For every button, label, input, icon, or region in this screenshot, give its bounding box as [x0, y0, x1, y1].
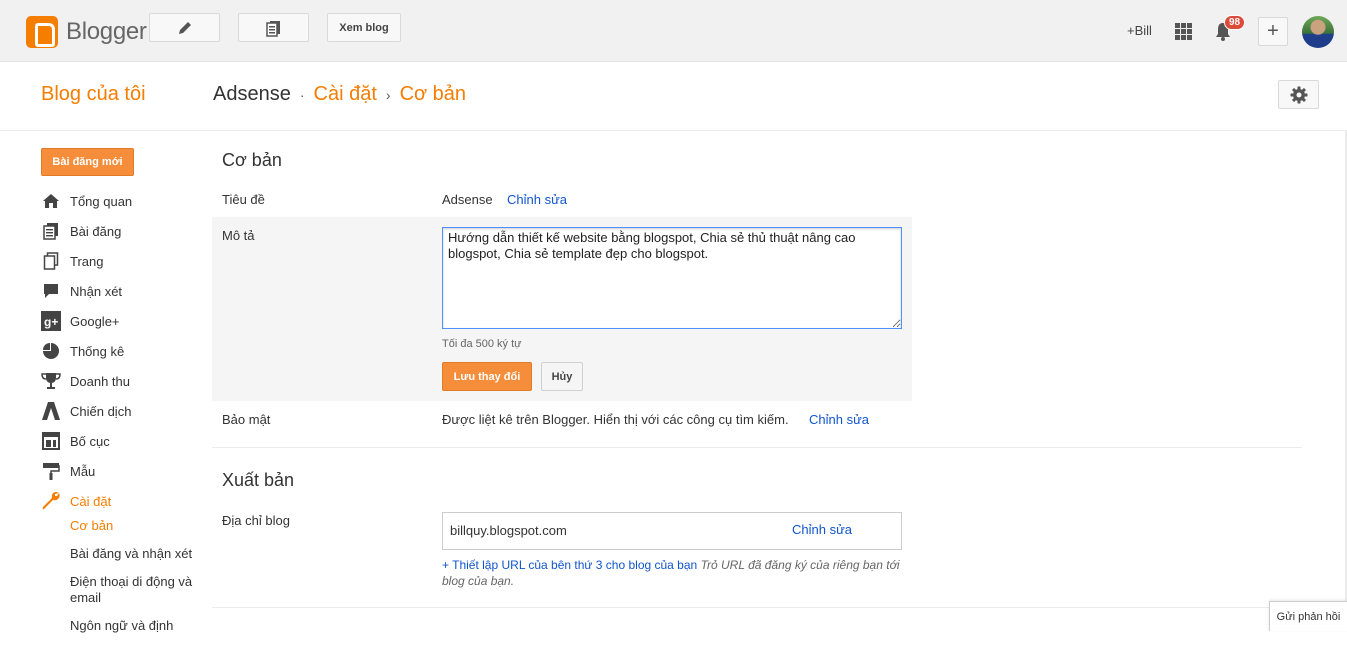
breadcrumb-blog[interactable]: Adsense	[213, 83, 291, 106]
trophy-icon	[41, 371, 61, 391]
sidebar-item-label: Google+	[70, 313, 120, 329]
pie-chart-icon	[41, 341, 61, 361]
sidebar-item-layout[interactable]: Bố cục	[41, 426, 211, 456]
sidebar-item-label: Bài đăng	[70, 223, 122, 239]
breadcrumb-separator: ›	[385, 86, 391, 103]
apps-grid-icon[interactable]	[1175, 23, 1192, 40]
google-plus-icon: g+	[41, 311, 61, 331]
subnav-item-language-format[interactable]: Ngôn ngữ và định	[70, 618, 210, 634]
sidebar-item-label: Doanh thu	[70, 373, 130, 389]
privacy-edit-link[interactable]: Chỉnh sửa	[809, 412, 869, 427]
blog-address-label: Địa chỉ blog	[222, 513, 290, 528]
sidebar-item-earnings[interactable]: Doanh thu	[41, 366, 211, 396]
gear-icon	[1290, 86, 1307, 103]
sidebar-item-label: Nhận xét	[70, 283, 123, 299]
campaign-icon	[41, 401, 61, 421]
basic-section-title: Cơ bản	[222, 150, 282, 170]
settings-subnav: Cơ bản Bài đăng và nhận xét Điện thoại d…	[70, 518, 210, 646]
privacy-label: Bảo mật	[222, 412, 271, 427]
pencil-icon	[178, 21, 191, 34]
sidebar-item-label: Mẫu	[70, 463, 96, 479]
subnav-item-posts-comments[interactable]: Bài đăng và nhận xét	[70, 546, 210, 562]
section-divider	[212, 447, 1302, 448]
publishing-section-title: Xuất bản	[222, 470, 295, 490]
subnav-item-basic[interactable]: Cơ bản	[70, 518, 210, 534]
avatar[interactable]	[1302, 16, 1334, 48]
blog-address-box: billquy.blogspot.com Chỉnh sửa	[442, 512, 902, 550]
sidebar-nav: Tổng quan Bài đăng Trang Nhận xét g+ Goo…	[41, 186, 211, 516]
sidebar-item-label: Bố cục	[70, 433, 110, 449]
description-max-hint: Tối đa 500 ký tự	[442, 338, 522, 350]
paint-roller-icon	[41, 461, 61, 481]
title-edit-link[interactable]: Chỉnh sửa	[507, 192, 567, 207]
breadcrumb: Adsense · Cài đặt › Cơ bản	[213, 83, 466, 106]
blog-address-value: billquy.blogspot.com	[450, 523, 567, 538]
sidebar-item-overview[interactable]: Tổng quan	[41, 186, 211, 216]
sidebar-item-template[interactable]: Mẫu	[41, 456, 211, 486]
share-add-button[interactable]: +	[1258, 17, 1288, 46]
send-feedback-button[interactable]: Gửi phản hồi	[1269, 601, 1347, 631]
posts-list-icon	[265, 20, 280, 37]
sidebar-item-posts[interactable]: Bài đăng	[41, 216, 211, 246]
cancel-button[interactable]: Hủy	[541, 362, 583, 391]
posts-icon	[41, 221, 61, 241]
blog-address-edit-link[interactable]: Chỉnh sửa	[792, 522, 852, 537]
privacy-value: Được liệt kê trên Blogger. Hiển thị với …	[442, 412, 789, 427]
sidebar-item-stats[interactable]: Thống kê	[41, 336, 211, 366]
description-textarea[interactable]	[442, 227, 902, 329]
sidebar-item-comments[interactable]: Nhận xét	[41, 276, 211, 306]
sidebar-item-label: Trang	[70, 253, 104, 269]
new-post-pencil-button[interactable]	[149, 13, 220, 42]
view-blog-button[interactable]: Xem blog	[327, 13, 401, 42]
third-party-url-note: + Thiết lập URL của bên thứ 3 cho blog c…	[442, 557, 912, 589]
breadcrumb-settings[interactable]: Cài đặt	[314, 83, 377, 106]
breadcrumb-separator: ·	[299, 86, 305, 103]
layout-icon	[41, 431, 61, 451]
home-icon	[41, 191, 61, 211]
page-header: Blog của tôi Adsense · Cài đặt › Cơ bản	[0, 62, 1347, 131]
title-value: Adsense	[442, 192, 493, 207]
my-blogs-link[interactable]: Blog của tôi	[41, 83, 146, 106]
sidebar-item-google-plus[interactable]: g+ Google+	[41, 306, 211, 336]
user-profile-link[interactable]: +Bill	[1127, 23, 1152, 38]
new-post-button[interactable]: Bài đăng mới	[41, 148, 134, 176]
sidebar-item-campaigns[interactable]: Chiến dịch	[41, 396, 211, 426]
svg-text:g+: g+	[44, 315, 58, 329]
title-label: Tiêu đề	[222, 192, 265, 207]
subnav-item-mobile-email[interactable]: Điện thoại di động và email	[70, 574, 210, 606]
sidebar-item-label: Cài đặt	[70, 493, 112, 509]
logo-text: Blogger	[66, 18, 147, 45]
pages-icon	[41, 251, 61, 271]
description-label: Mô tả	[222, 228, 255, 243]
sidebar-item-pages[interactable]: Trang	[41, 246, 211, 276]
sidebar-item-settings[interactable]: Cài đặt	[41, 486, 211, 516]
third-party-url-link[interactable]: + Thiết lập URL của bên thứ 3 cho blog c…	[442, 558, 697, 572]
sidebar-item-label: Thống kê	[70, 343, 125, 359]
settings-gear-button[interactable]	[1278, 80, 1319, 109]
blogger-logo-icon	[26, 16, 58, 48]
posts-list-button[interactable]	[238, 13, 309, 42]
breadcrumb-current-page: Cơ bản	[399, 83, 467, 105]
notification-badge: 98	[1224, 15, 1246, 30]
section-divider	[212, 607, 1302, 608]
sidebar-item-label: Chiến dịch	[70, 403, 132, 419]
save-changes-button[interactable]: Lưu thay đổi	[442, 362, 532, 391]
sidebar-item-label: Tổng quan	[70, 193, 133, 209]
top-bar: Blogger Xem blog +Bill 98 +	[0, 0, 1347, 62]
wrench-icon	[41, 491, 61, 511]
blogger-logo[interactable]: Blogger	[26, 16, 147, 48]
comment-icon	[41, 281, 61, 301]
